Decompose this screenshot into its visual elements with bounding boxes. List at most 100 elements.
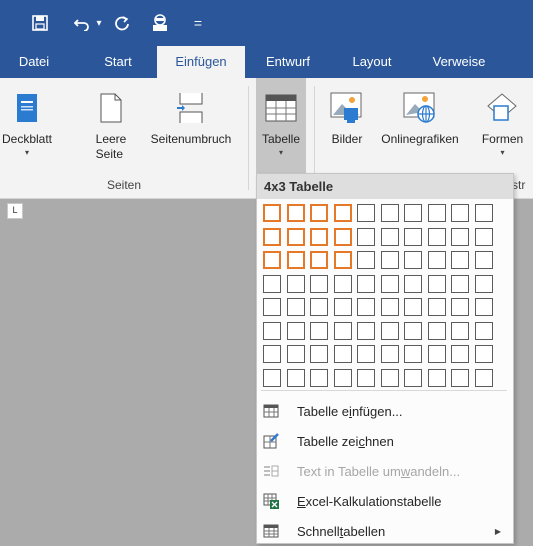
table-grid-cell[interactable] (310, 251, 328, 269)
table-grid-cell[interactable] (310, 298, 328, 316)
redo-icon[interactable] (112, 11, 132, 35)
table-grid-cell[interactable] (475, 228, 493, 246)
table-grid-cell[interactable] (310, 275, 328, 293)
table-grid-cell[interactable] (404, 369, 422, 387)
cover-page-button[interactable]: Deckblatt ▾ (0, 78, 54, 176)
table-grid-cell[interactable] (451, 275, 469, 293)
tab-stop-selector[interactable]: L (7, 203, 23, 219)
tab-verweise[interactable]: Verweise (424, 46, 494, 78)
table-grid-cell[interactable] (451, 251, 469, 269)
table-grid-cell[interactable] (428, 204, 446, 222)
table-grid-cell[interactable] (404, 298, 422, 316)
table-grid-cell[interactable] (381, 228, 399, 246)
undo-dropdown-icon[interactable]: ▾ (94, 11, 104, 35)
table-grid-cell[interactable] (263, 275, 281, 293)
table-grid-cell[interactable] (334, 228, 352, 246)
table-grid-cell[interactable] (475, 345, 493, 363)
table-grid-cell[interactable] (310, 369, 328, 387)
customize-quick-access-icon[interactable]: = (190, 11, 206, 35)
table-button[interactable]: Tabelle ▾ (256, 78, 306, 173)
table-grid-cell[interactable] (357, 251, 375, 269)
table-grid-cell[interactable] (381, 322, 399, 340)
table-grid-cell[interactable] (475, 322, 493, 340)
save-icon[interactable] (30, 11, 50, 35)
tab-datei[interactable]: Datei (14, 46, 54, 78)
table-grid-cell[interactable] (310, 345, 328, 363)
menu-item-draw-table[interactable]: Tabelle zeichnen (257, 426, 513, 456)
table-grid-cell[interactable] (428, 369, 446, 387)
table-grid-cell[interactable] (357, 322, 375, 340)
online-pictures-button[interactable]: Onlinegrafiken (372, 78, 468, 176)
table-grid-cell[interactable] (428, 298, 446, 316)
table-grid-cell[interactable] (357, 298, 375, 316)
table-grid-cell[interactable] (287, 204, 305, 222)
table-grid-cell[interactable] (404, 322, 422, 340)
table-grid-cell[interactable] (310, 322, 328, 340)
table-grid-cell[interactable] (263, 251, 281, 269)
table-grid-cell[interactable] (334, 345, 352, 363)
table-grid-cell[interactable] (381, 298, 399, 316)
table-grid-cell[interactable] (357, 204, 375, 222)
table-grid-cell[interactable] (475, 204, 493, 222)
table-grid-cell[interactable] (263, 204, 281, 222)
table-grid-cell[interactable] (334, 251, 352, 269)
table-grid-cell[interactable] (357, 369, 375, 387)
pictures-button[interactable]: Bilder (324, 78, 370, 176)
table-grid-cell[interactable] (428, 251, 446, 269)
table-grid-cell[interactable] (428, 322, 446, 340)
table-grid-cell[interactable] (451, 345, 469, 363)
table-grid-cell[interactable] (451, 322, 469, 340)
table-grid-cell[interactable] (334, 369, 352, 387)
table-grid-cell[interactable] (428, 275, 446, 293)
table-grid-cell[interactable] (263, 322, 281, 340)
table-grid-cell[interactable] (381, 345, 399, 363)
table-grid-cell[interactable] (381, 369, 399, 387)
table-grid-cell[interactable] (287, 275, 305, 293)
table-grid-cell[interactable] (475, 298, 493, 316)
table-grid-cell[interactable] (475, 275, 493, 293)
table-grid-cell[interactable] (334, 275, 352, 293)
table-grid-cell[interactable] (404, 251, 422, 269)
table-grid-cell[interactable] (404, 204, 422, 222)
page-break-button[interactable]: Seitenumbruch (141, 78, 241, 176)
table-grid-cell[interactable] (451, 228, 469, 246)
table-grid-cell[interactable] (357, 275, 375, 293)
table-grid-cell[interactable] (263, 228, 281, 246)
table-grid-cell[interactable] (428, 228, 446, 246)
menu-item-insert-table[interactable]: Tabelle einfügen... (257, 396, 513, 426)
table-grid-cell[interactable] (404, 345, 422, 363)
table-grid-cell[interactable] (404, 228, 422, 246)
table-grid-cell[interactable] (310, 228, 328, 246)
touch-mode-icon[interactable] (148, 11, 172, 35)
table-grid-cell[interactable] (310, 204, 328, 222)
table-grid-cell[interactable] (357, 345, 375, 363)
table-grid-cell[interactable] (263, 369, 281, 387)
table-grid-cell[interactable] (451, 369, 469, 387)
table-grid-cell[interactable] (428, 345, 446, 363)
table-grid-cell[interactable] (357, 228, 375, 246)
table-grid-cell[interactable] (334, 298, 352, 316)
table-grid-cell[interactable] (287, 345, 305, 363)
shapes-button[interactable]: Formen ▾ (472, 78, 533, 176)
undo-icon[interactable] (72, 11, 94, 35)
menu-item-excel-table[interactable]: Excel-Kalkulationstabelle (257, 486, 513, 516)
table-grid-cell[interactable] (263, 298, 281, 316)
tab-layout[interactable]: Layout (344, 46, 400, 78)
table-grid-cell[interactable] (263, 345, 281, 363)
table-grid-cell[interactable] (287, 369, 305, 387)
table-grid-cell[interactable] (451, 204, 469, 222)
table-grid-cell[interactable] (287, 251, 305, 269)
blank-page-button[interactable]: Leere Seite (92, 78, 130, 176)
tab-start[interactable]: Start (98, 46, 138, 78)
table-grid-cell[interactable] (475, 369, 493, 387)
tab-einfuegen[interactable]: Einfügen (157, 46, 245, 78)
table-grid-cell[interactable] (475, 251, 493, 269)
table-grid-cell[interactable] (451, 298, 469, 316)
table-grid-cell[interactable] (381, 204, 399, 222)
table-grid-cell[interactable] (404, 275, 422, 293)
table-grid-cell[interactable] (334, 322, 352, 340)
table-grid-cell[interactable] (334, 204, 352, 222)
table-grid-cell[interactable] (381, 251, 399, 269)
table-grid-cell[interactable] (287, 322, 305, 340)
table-grid-cell[interactable] (381, 275, 399, 293)
